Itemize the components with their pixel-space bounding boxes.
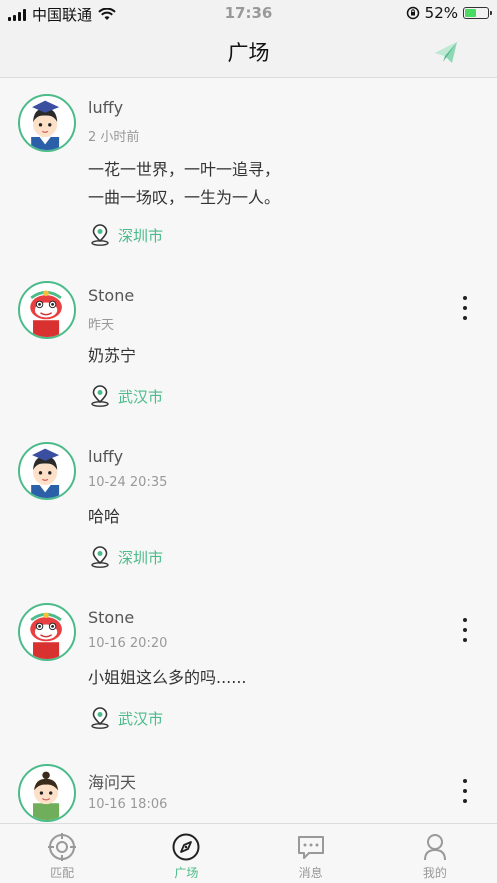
post-username[interactable]: luffy [88,447,123,466]
location-label: 深圳市 [118,548,164,567]
post-time: 昨天 [88,318,115,333]
status-bar: 中国联通 17:36 52% [0,0,497,26]
avatar[interactable] [18,603,76,661]
post-location[interactable]: 武汉市 [90,707,163,729]
kid-avatar-icon [33,771,60,820]
message-icon [297,836,324,859]
feed-list[interactable]: luffy 2 小时前 一花一世界，一叶一追寻， 一曲一场叹，一生为一人。 深圳… [0,78,497,823]
tab-label: 消息 [298,866,323,880]
post-username[interactable]: luffy [88,98,123,117]
post-username[interactable]: 海问天 [88,769,136,793]
profile-icon [423,834,446,861]
post-content: 奶苏宁 [88,346,137,365]
post-username[interactable]: Stone [88,608,134,627]
page-title: 广场 [227,41,270,65]
tab-label: 广场 [174,866,199,880]
post-time: 10-16 18:06 [88,797,168,812]
tab-label: 匹配 [50,866,75,880]
location-pin-icon [91,224,109,246]
tab-profile[interactable]: 我的 [373,824,497,883]
post-content: 小姐姐这么多的吗...... [88,668,247,687]
battery-fill [465,9,477,17]
more-options-icon[interactable] [455,293,475,323]
post-time: 2 小时前 [88,130,140,145]
tab-match[interactable]: 匹配 [0,824,124,883]
avatar[interactable] [18,442,76,500]
tab-bar: 匹配 广场 消息 我的 [0,823,497,883]
more-options-icon[interactable] [455,615,475,645]
post-time: 10-16 20:20 [88,636,168,651]
location-pin-icon [91,385,109,407]
location-label: 深圳市 [118,226,164,245]
paper-plane-icon[interactable] [432,38,460,66]
more-options-icon[interactable] [455,776,475,806]
lion-dance-avatar-icon [30,290,62,337]
tab-messages[interactable]: 消息 [249,824,373,883]
battery-percent: 52% [424,4,458,22]
scholar-boy-avatar-icon [31,100,60,150]
location-pin-icon [91,546,109,568]
tab-label: 我的 [422,866,447,880]
rotation-lock-icon [406,6,419,20]
lion-dance-avatar-icon [30,612,62,659]
compass-icon [172,833,200,861]
location-label: 武汉市 [118,709,164,728]
target-icon [48,833,77,861]
avatar[interactable] [18,94,76,152]
scholar-boy-avatar-icon [31,448,60,498]
nav-bar: 广场 [0,26,497,78]
tab-square[interactable]: 广场 [124,824,248,883]
battery-icon [463,7,492,19]
avatar[interactable] [18,281,76,339]
status-right: 52% [406,4,492,22]
post-content: 哈哈 [88,507,121,526]
post-location[interactable]: 深圳市 [90,546,163,568]
avatar[interactable] [18,764,76,822]
post-location[interactable]: 深圳市 [90,224,163,246]
location-pin-icon [91,707,109,729]
post-time: 10-24 20:35 [88,475,168,490]
post-location[interactable]: 武汉市 [90,385,163,407]
post-username[interactable]: Stone [88,286,134,305]
location-label: 武汉市 [118,387,164,406]
post-content: 一花一世界，一叶一追寻， 一曲一场叹，一生为一人。 [88,160,281,207]
